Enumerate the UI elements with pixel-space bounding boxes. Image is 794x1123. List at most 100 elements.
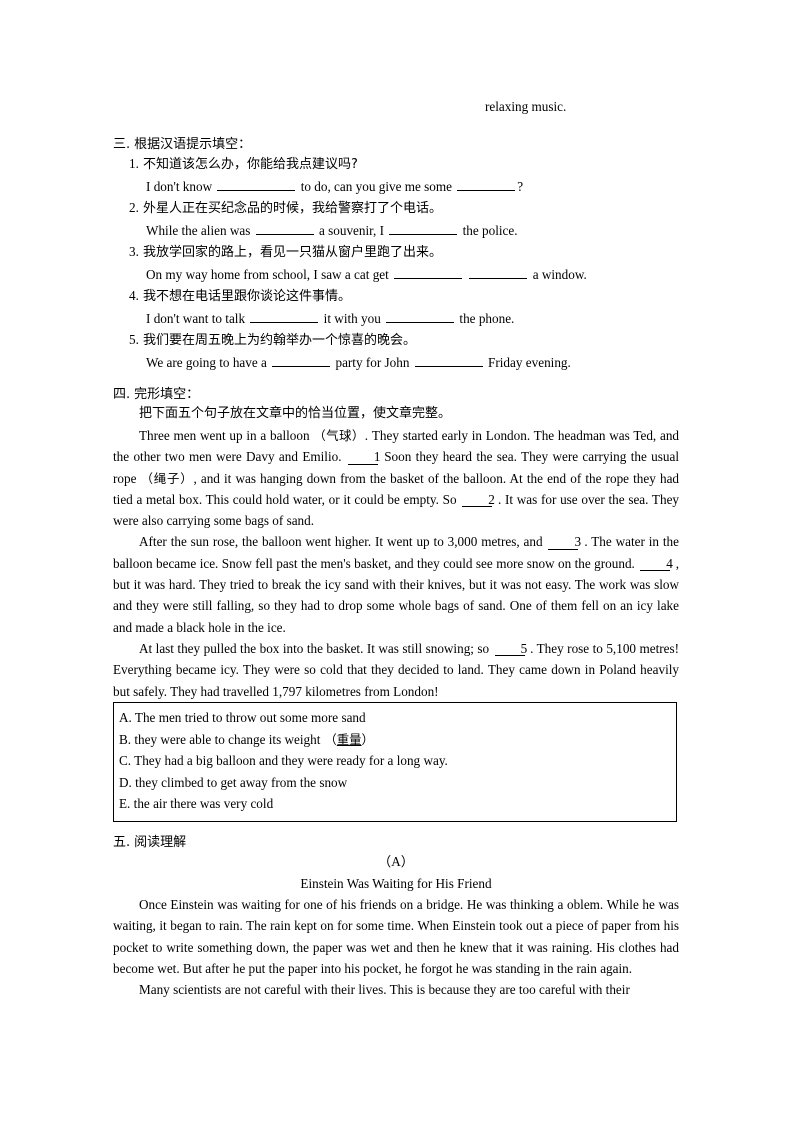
item-english-sentence: We are going to have a party for John Fr… [113,352,679,374]
options-box: A. The men tried to throw out some more … [113,702,677,822]
cloze-blank[interactable]: 3 [548,535,581,550]
fill-in-blank-item: 1. 不知道该怎么办，你能给我点建议吗? I don't know to do, … [113,153,679,197]
answer-blank[interactable] [457,177,516,191]
option-row[interactable]: A. The men tried to throw out some more … [114,707,676,729]
answer-blank[interactable] [255,221,314,235]
option-letter: C. [119,753,132,768]
gloss-term: 重量 [336,731,362,747]
item-english-sentence: I don't want to talk it with you the pho… [113,308,679,330]
sentence-fragment: While the alien was [146,222,254,238]
item-chinese-text: 外星人正在买纪念品的时候，我给警察打了个电话。 [138,201,443,216]
item-chinese-text: 不知道该怎么办，你能给我点建议吗? [138,157,358,172]
section-three: 三. 根据汉语提示填空： 1. 不知道该怎么办，你能给我点建议吗? I don't… [113,133,679,373]
sentence-fragment: I don't know [146,178,216,194]
cloze-paragraph: Three men went up in a balloon （气球）. The… [113,425,679,531]
article-title: Einstein Was Waiting for His Friend [300,875,492,891]
cloze-passage: Three men went up in a balloon （气球）. The… [113,425,679,702]
sentence-fragment: a souvenir, I [315,222,388,238]
passage-fragment: Three men went up in a balloon [139,428,310,443]
fill-in-blank-list: 1. 不知道该怎么办，你能给我点建议吗? I don't know to do, … [113,153,679,373]
item-chinese-prompt: 1. 不知道该怎么办，你能给我点建议吗? [113,153,679,176]
passage-fragment: At last they pulled the box into the bas… [139,640,490,656]
item-chinese-prompt: 5. 我们要在周五晚上为约翰举办一个惊喜的晚会。 [113,329,679,352]
cloze-paragraph: At last they pulled the box into the bas… [113,638,679,702]
cloze-blank[interactable]: 2 [462,493,495,508]
cloze-blank[interactable]: 1 [347,450,380,465]
passage-fragment: After the sun rose, the balloon went hig… [139,534,543,550]
sentence-fragment: party for John [332,354,413,370]
option-text: They had a big balloon and they were rea… [134,753,448,768]
option-text: they climbed to get away from the snow [135,774,348,790]
item-index: 4. [129,288,139,303]
fill-in-blank-item: 3. 我放学回家的路上，看见一只猫从窗户里跑了出来。 On my way home… [113,241,679,285]
item-chinese-text: 我放学回家的路上，看见一只猫从窗户里跑了出来。 [138,245,443,260]
answer-blank[interactable] [272,353,331,367]
answer-blank[interactable] [389,221,458,235]
section-four-heading: 四. 完形填空： [113,383,679,403]
sentence-fragment: On my way home from school, I saw a cat … [146,266,393,282]
item-english-sentence: I don't know to do, can you give me some… [113,176,679,198]
article-label: （A） [378,854,414,869]
section-five-title: 阅读理解 [134,835,187,850]
reading-paragraph: Many scientists are not careful with the… [139,982,630,998]
section-three-heading: 三. 根据汉语提示填空： [113,133,679,153]
sentence-fragment: ? [517,178,524,194]
option-text: the air there was very cold [133,796,274,811]
item-index: 5. [129,332,139,347]
item-english-sentence: On my way home from school, I saw a cat … [113,264,679,286]
reading-passage: Once Einstein was waiting for one of his… [113,894,679,1000]
answer-blank[interactable] [386,309,455,323]
section-five: 五. 阅读理解 （A） Einstein Was Waiting for His… [113,831,679,1000]
section-four-title: 完形填空： [134,387,200,402]
chinese-gloss: （重量） [320,732,374,747]
sentence-fragment: a window. [529,266,587,282]
section-five-heading: 五. 阅读理解 [113,831,679,851]
gloss-open-paren: （ [324,731,337,747]
item-chinese-text: 我们要在周五晚上为约翰举办一个惊喜的晚会。 [138,333,417,348]
item-index: 3. [129,244,139,259]
answer-blank[interactable] [469,265,528,279]
sentence-fragment: the police. [459,222,518,238]
item-english-sentence: While the alien was a souvenir, I the po… [113,220,679,242]
option-letter: A. [119,710,132,725]
answer-blank[interactable] [394,265,463,279]
stray-text-line: relaxing music. [485,99,567,114]
option-row[interactable]: C. They had a big balloon and they were … [114,750,676,772]
sentence-fragment: it with you [320,310,385,326]
cloze-blank[interactable]: 5 [494,642,527,657]
section-five-number: 五. [113,835,131,850]
sentence-fragment: I don't want to talk [146,310,249,326]
section-four-instruction: 把下面五个句子放在文章中的恰当位置，使文章完整。 [139,406,452,421]
sentence-fragment: the phone. [456,310,515,326]
gloss-close-paren: ） [361,731,374,747]
section-four-number: 四. [113,387,131,402]
option-text: they were able to change its weight [134,731,321,747]
item-chinese-prompt: 3. 我放学回家的路上，看见一只猫从窗户里跑了出来。 [113,241,679,264]
chinese-gloss: （绳子） [140,470,194,486]
section-three-title: 根据汉语提示填空： [134,137,252,152]
chinese-gloss: （气球） [313,428,365,443]
option-row[interactable]: B. they were able to change its weight （… [114,729,676,751]
option-text: The men tried to throw out some more san… [134,710,366,725]
answer-blank[interactable] [250,309,319,323]
item-chinese-prompt: 4. 我不想在电话里跟你谈论这件事情。 [113,285,679,308]
sentence-fragment: Friday evening. [484,354,571,370]
section-three-number: 三. [113,137,131,152]
option-row[interactable]: D. they climbed to get away from the sno… [114,772,676,794]
item-chinese-prompt: 2. 外星人正在买纪念品的时候，我给警察打了个电话。 [113,197,679,220]
answer-blank[interactable] [414,353,483,367]
section-four: 四. 完形填空： 把下面五个句子放在文章中的恰当位置，使文章完整。 Three … [113,383,679,702]
cloze-paragraph: After the sun rose, the balloon went hig… [113,531,679,637]
option-letter: D. [119,774,132,790]
answer-blank[interactable] [217,177,296,191]
item-index: 2. [129,200,139,215]
reading-paragraph: Once Einstein was waiting for one of his… [113,897,679,976]
fill-in-blank-item: 2. 外星人正在买纪念品的时候，我给警察打了个电话。 While the alie… [113,197,679,241]
item-chinese-text: 我不想在电话里跟你谈论这件事情。 [138,289,352,304]
cloze-blank[interactable]: 4 [640,557,673,571]
sentence-fragment: to do, can you give me some [297,178,456,194]
fill-in-blank-item: 5. 我们要在周五晚上为约翰举办一个惊喜的晚会。 We are going to … [113,329,679,373]
option-row[interactable]: E. the air there was very cold [114,793,676,815]
option-letter: E. [119,796,131,811]
fill-in-blank-item: 4. 我不想在电话里跟你谈论这件事情。 I don't want to talk … [113,285,679,329]
